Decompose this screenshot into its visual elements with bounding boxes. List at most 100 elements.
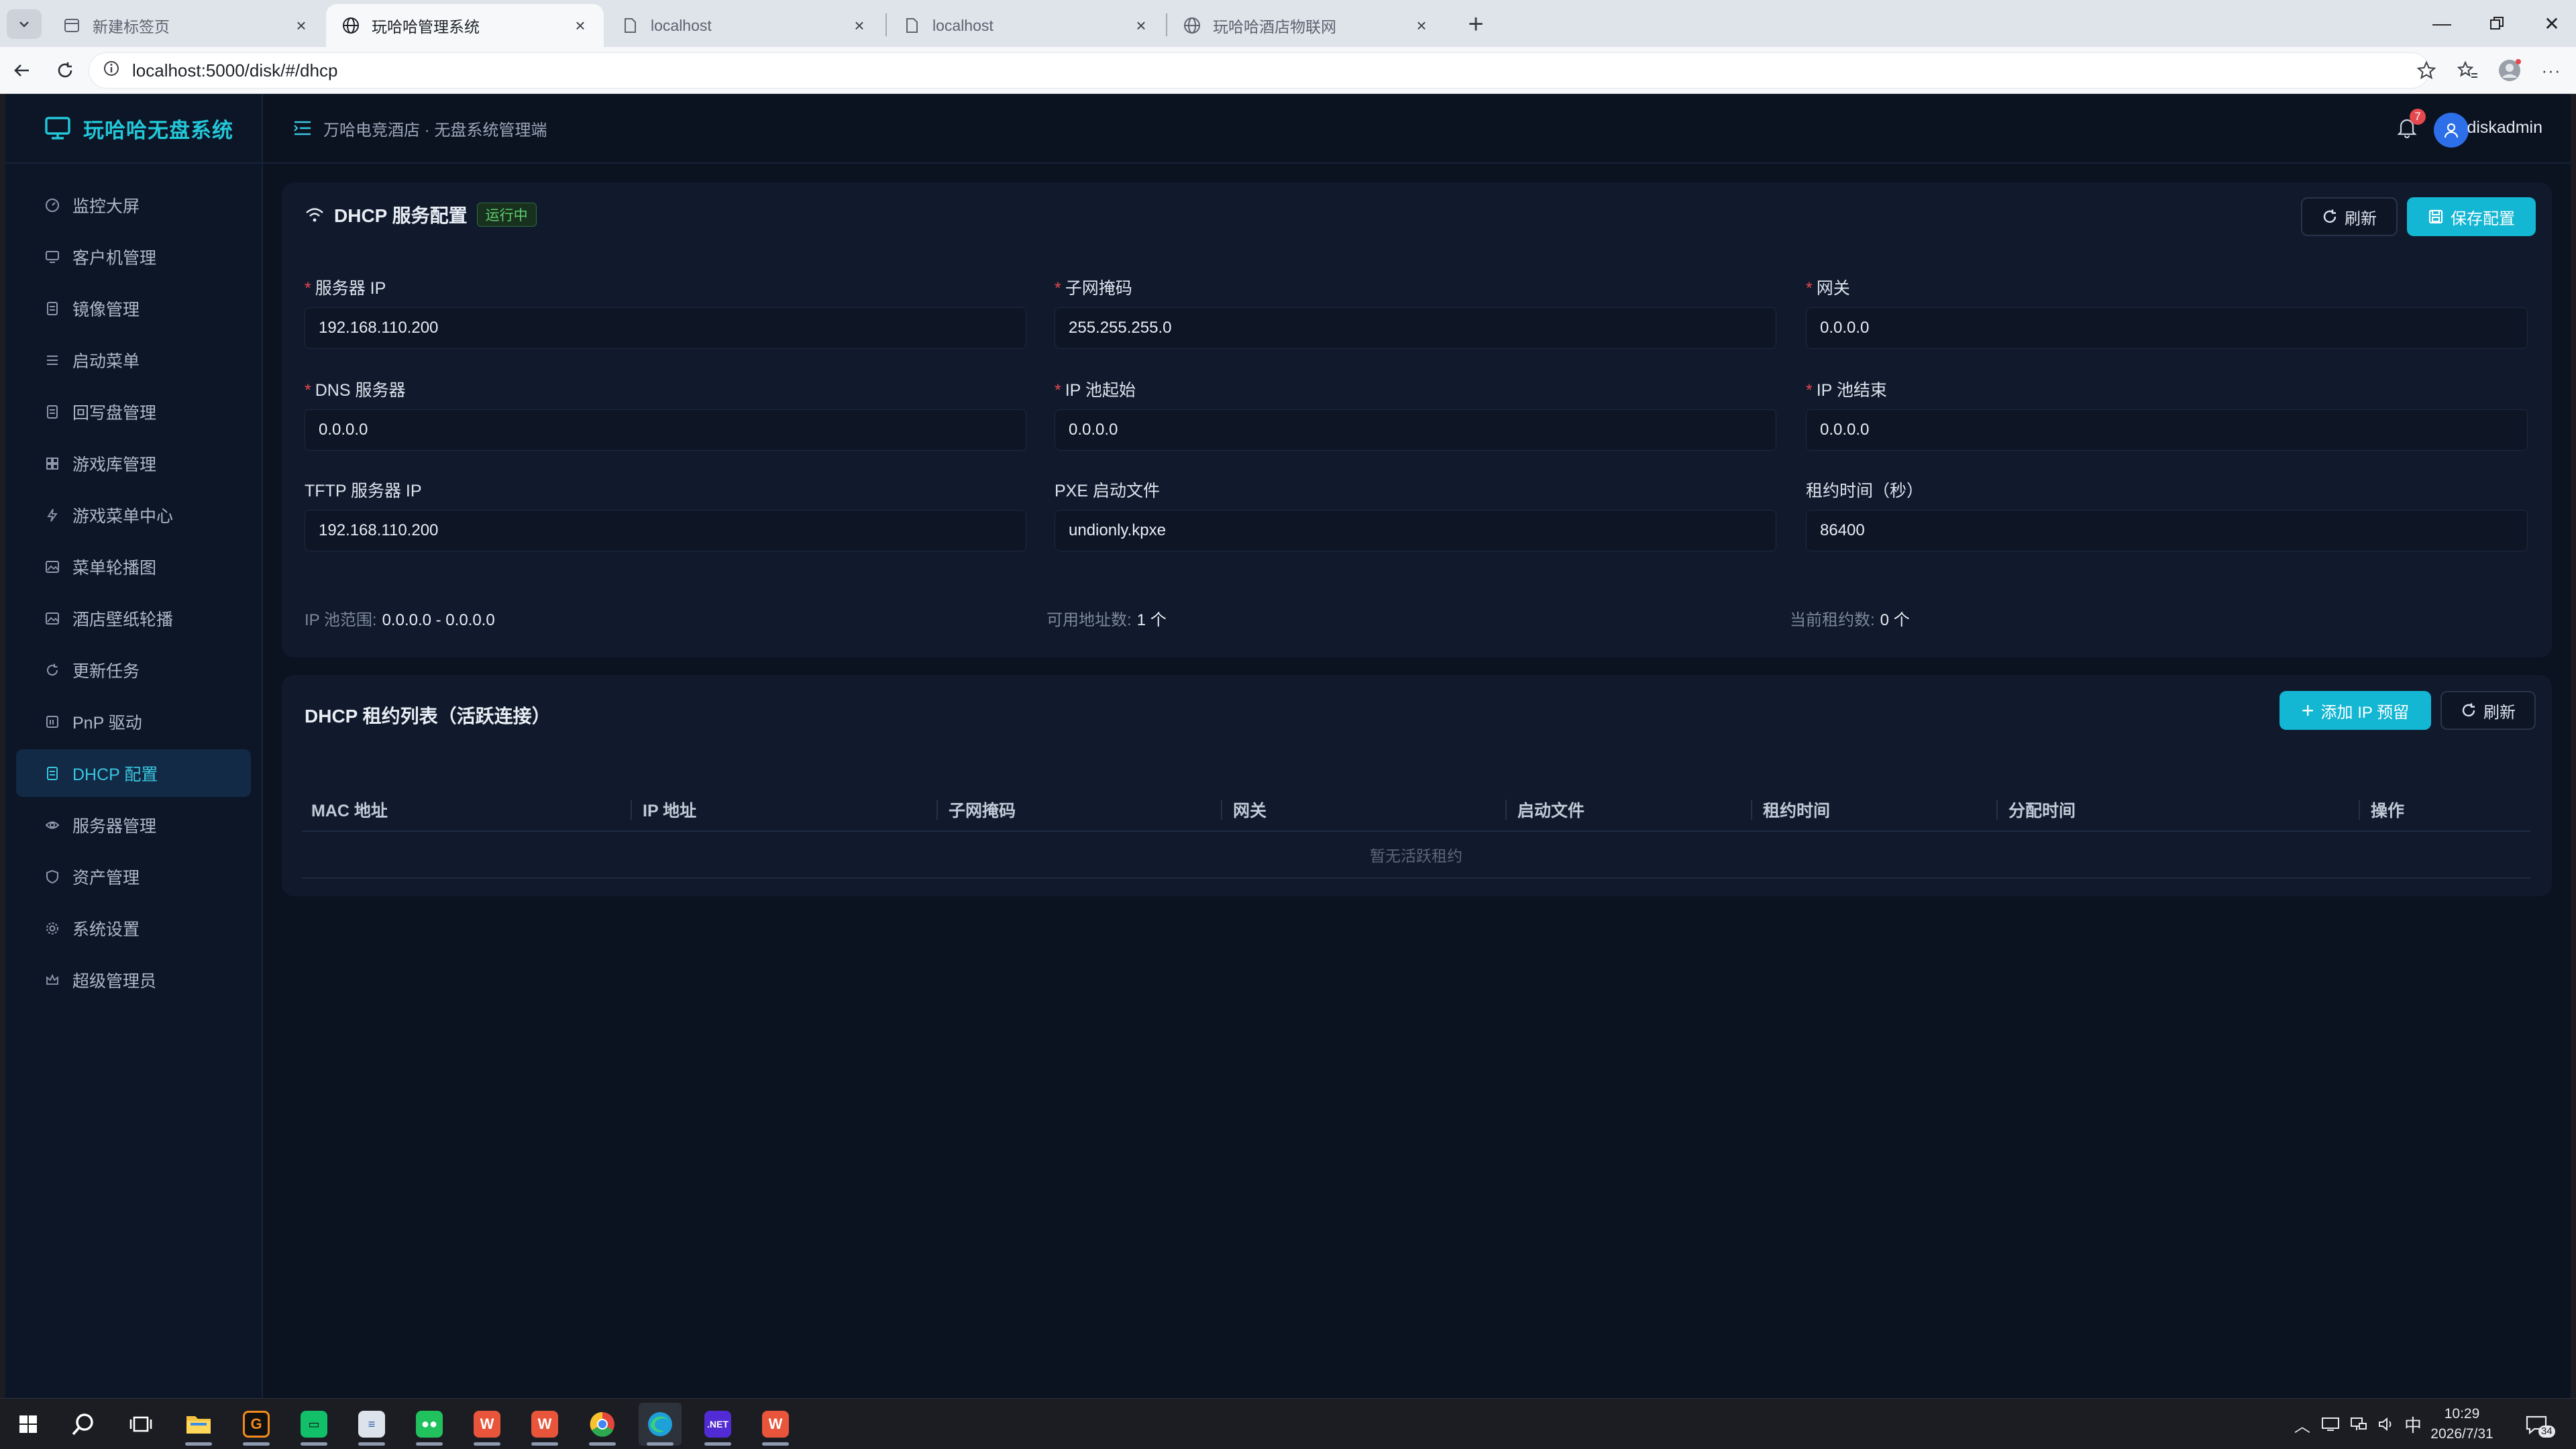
task-view-button[interactable] (119, 1403, 162, 1446)
taskbar-file-explorer[interactable] (177, 1403, 220, 1446)
notification-center-button[interactable]: 34 (2525, 1399, 2555, 1449)
gateway-label: * 网关 (1806, 279, 1850, 298)
lease-time-label: 租约时间（秒） (1806, 482, 1924, 500)
sidebar-item-super-admin[interactable]: 超级管理员 (16, 956, 251, 1004)
subnet-mask-input[interactable]: 255.255.255.0 (1055, 307, 1776, 349)
column-divider (1751, 800, 1752, 820)
tftp-server-input[interactable]: 192.168.110.200 (305, 510, 1026, 551)
sidebar-item-update-tasks[interactable]: 更新任务 (16, 646, 251, 694)
sidebar-toggle-button[interactable] (291, 117, 314, 140)
browser-tab[interactable]: localhost × (605, 4, 883, 47)
brand[interactable]: 玩哈哈无盘系统 (5, 94, 262, 164)
column-header-ip: IP 地址 (643, 802, 697, 820)
sidebar-item-system-settings[interactable]: 系统设置 (16, 904, 251, 952)
taskbar-dotnet[interactable]: .NET (696, 1403, 739, 1446)
clock[interactable]: 10:29 2026/7/31 (2415, 1404, 2509, 1444)
close-window-button[interactable]: ✕ (2532, 7, 2572, 40)
sidebar-item-monitor-dashboard[interactable]: 监控大屏 (16, 181, 251, 229)
close-icon[interactable]: × (1132, 15, 1150, 36)
sidebar-item-dhcp-config[interactable]: DHCP 配置 (16, 749, 251, 797)
restore-icon (2490, 17, 2504, 30)
sidebar-item-hotel-wallpaper[interactable]: 酒店壁纸轮播 (16, 594, 251, 642)
sidebar-item-game-library[interactable]: 游戏库管理 (16, 439, 251, 487)
avatar[interactable] (2434, 113, 2469, 148)
taskbar-edge[interactable] (639, 1403, 682, 1446)
dhcp-config-card: DHCP 服务配置 运行中 刷新 保存配置 * 服务器 IP 192.168.11… (282, 182, 2552, 657)
reload-button[interactable] (48, 54, 82, 87)
chrome-icon (590, 1411, 614, 1437)
browser-tab[interactable]: localhost × (887, 4, 1165, 47)
close-icon[interactable]: × (572, 15, 589, 36)
more-menu-button[interactable]: ··· (2534, 54, 2568, 87)
address-bar: localhost:5000/disk/#/dhcp ··· (0, 47, 2576, 94)
sidebar-item-writeback-disk[interactable]: 回写盘管理 (16, 388, 251, 435)
profile-button[interactable] (2493, 54, 2526, 87)
sidebar-item-asset-management[interactable]: 资产管理 (16, 853, 251, 900)
taskbar-chrome[interactable] (581, 1403, 624, 1446)
lease-time-input[interactable]: 86400 (1806, 510, 2528, 551)
refresh-icon (44, 662, 60, 678)
tab-actions-button[interactable] (7, 9, 42, 39)
minimize-button[interactable]: — (2422, 7, 2462, 40)
breadcrumb: 万哈电竞酒店 · 无盘系统管理端 (323, 121, 547, 140)
browser-tab[interactable]: 玩哈哈酒店物联网 × (1167, 4, 1445, 47)
tray-overflow-button[interactable]: ︿ (2294, 1399, 2310, 1449)
taskbar-wechat[interactable]: ●● (408, 1403, 451, 1446)
close-icon[interactable]: × (851, 15, 868, 36)
refresh-leases-button[interactable]: 刷新 (2440, 691, 2536, 730)
close-icon[interactable]: × (292, 15, 310, 36)
pxe-boot-file-input[interactable]: undionly.kpxe (1055, 510, 1776, 551)
refresh-config-button[interactable]: 刷新 (2301, 197, 2398, 236)
top-bar: 万哈电竞酒店 · 无盘系统管理端 7 diskadmin (263, 94, 2571, 164)
display-icon[interactable] (2321, 1416, 2340, 1432)
taskbar-terminal[interactable]: ▭ (292, 1403, 335, 1446)
sidebar-item-label: 游戏库管理 (72, 455, 157, 474)
dns-server-input[interactable]: 0.0.0.0 (305, 409, 1026, 451)
sidebar-item-pnp-driver[interactable]: PnP 驱动 (16, 698, 251, 745)
ellipsis-icon: ··· (2541, 60, 2561, 80)
ip-pool-end-input[interactable]: 0.0.0.0 (1806, 409, 2528, 451)
username[interactable]: diskadmin (2467, 118, 2542, 138)
crown-icon (44, 972, 60, 988)
taskbar-app-g[interactable]: G (235, 1403, 278, 1446)
sidebar-item-client-management[interactable]: 客户机管理 (16, 233, 251, 280)
favorites-button[interactable] (2451, 54, 2485, 87)
tftp-server-label: TFTP 服务器 IP (305, 482, 422, 500)
browser-tab[interactable]: 新建标签页 × (47, 4, 325, 47)
column-divider (1996, 800, 1998, 820)
taskbar-wps-3[interactable]: W (754, 1403, 797, 1446)
taskbar-wps-1[interactable]: W (466, 1403, 508, 1446)
speaker-icon[interactable] (2377, 1416, 2396, 1432)
network-icon[interactable] (2349, 1416, 2368, 1432)
back-button[interactable] (5, 54, 39, 87)
tab-title: localhost (932, 16, 994, 34)
sidebar-item-game-menu-center[interactable]: 游戏菜单中心 (16, 491, 251, 539)
required-mark: * (1806, 279, 1813, 298)
start-button[interactable] (7, 1403, 50, 1446)
restore-button[interactable] (2477, 7, 2517, 40)
url-field[interactable]: localhost:5000/disk/#/dhcp (89, 52, 2430, 89)
arrow-left-icon (14, 64, 29, 76)
sidebar-item-image-management[interactable]: 镜像管理 (16, 284, 251, 332)
close-icon[interactable]: × (1413, 15, 1430, 36)
required-mark: * (1055, 381, 1061, 400)
browser-tab-active[interactable]: 玩哈哈管理系统 × (326, 4, 604, 47)
search-button[interactable] (62, 1403, 105, 1446)
add-ip-reservation-button[interactable]: + 添加 IP 预留 (2279, 691, 2431, 730)
button-label: 刷新 (2345, 209, 2377, 228)
wps-icon: W (531, 1411, 558, 1438)
new-tab-button[interactable]: + (1461, 9, 1491, 39)
sidebar-item-label: 游戏菜单中心 (72, 506, 174, 526)
sidebar-item-server-management[interactable]: 服务器管理 (16, 801, 251, 849)
gateway-input[interactable]: 0.0.0.0 (1806, 307, 2528, 349)
info-icon[interactable] (103, 60, 120, 82)
taskbar-notepad[interactable]: ≡ (350, 1403, 393, 1446)
favorite-button[interactable] (2410, 54, 2443, 87)
taskbar-wps-2[interactable]: W (523, 1403, 566, 1446)
notifications-button[interactable]: 7 (2394, 109, 2426, 141)
sidebar-item-boot-menu[interactable]: 启动菜单 (16, 336, 251, 384)
save-config-button[interactable]: 保存配置 (2407, 197, 2536, 236)
ip-pool-start-input[interactable]: 0.0.0.0 (1055, 409, 1776, 451)
sidebar-item-menu-carousel[interactable]: 菜单轮播图 (16, 543, 251, 590)
server-ip-input[interactable]: 192.168.110.200 (305, 307, 1026, 349)
